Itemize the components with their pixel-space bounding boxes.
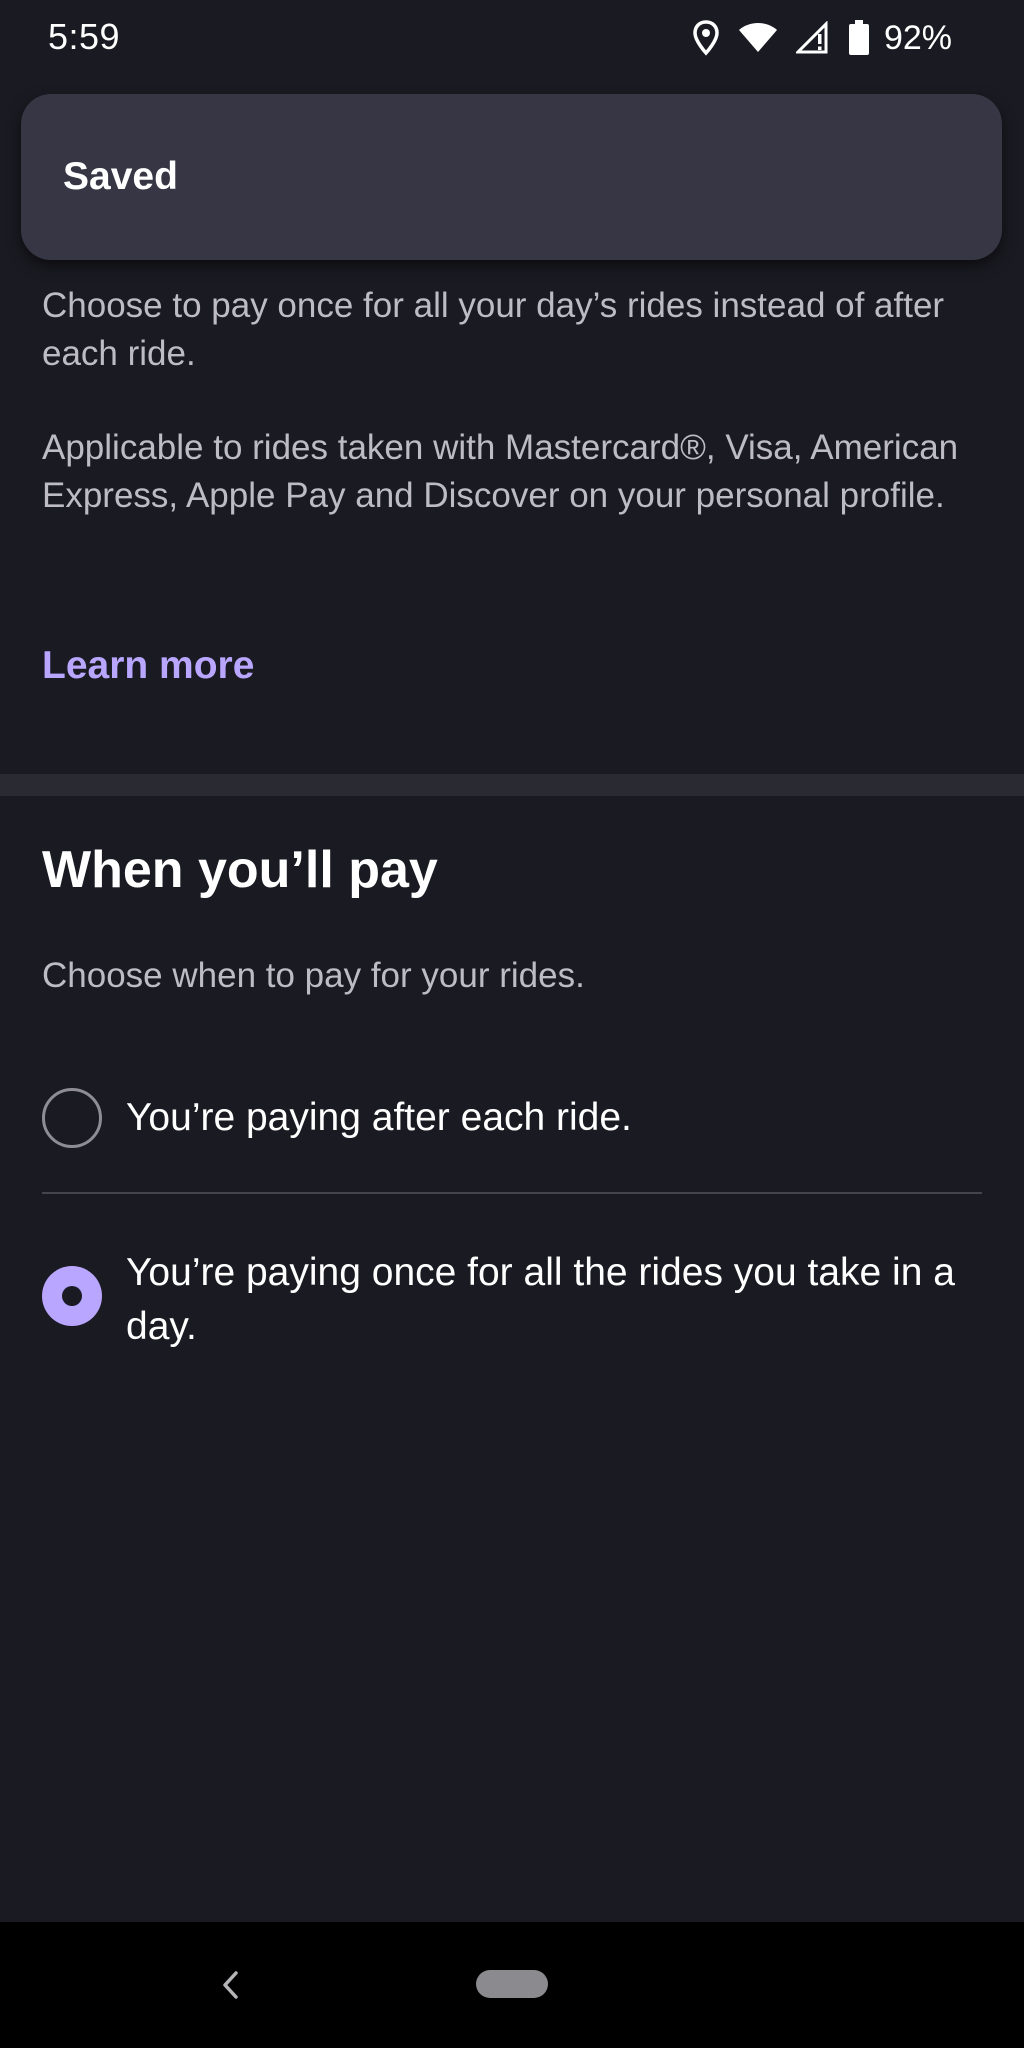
radio-dot bbox=[62, 1286, 82, 1306]
option-label: You’re paying after each ride. bbox=[126, 1096, 632, 1139]
status-time: 5:59 bbox=[48, 16, 121, 57]
toast-message: Saved bbox=[63, 155, 178, 198]
status-bar: 5:59 92% bbox=[0, 0, 1024, 76]
status-icons: 92% bbox=[692, 16, 952, 60]
wifi-icon bbox=[738, 22, 778, 54]
location-icon bbox=[692, 20, 720, 56]
back-icon[interactable] bbox=[210, 1960, 250, 2010]
section-divider bbox=[0, 774, 1024, 796]
home-pill-icon[interactable] bbox=[476, 1970, 548, 1998]
option-pay-once-daily[interactable]: You’re paying once for all the rides you… bbox=[0, 1196, 1024, 1376]
cellular-signal-icon bbox=[795, 21, 830, 55]
option-label: You’re paying once for all the rides you… bbox=[126, 1251, 955, 1348]
learn-more-link[interactable]: Learn more bbox=[42, 644, 254, 688]
radio-unselected-icon[interactable] bbox=[42, 1088, 102, 1148]
screen: 5:59 92% Choose to pay once for all your… bbox=[0, 0, 1024, 2048]
saved-toast: Saved bbox=[21, 94, 1002, 260]
description-paragraph-1: Choose to pay once for all your day’s ri… bbox=[42, 286, 945, 373]
battery-percentage: 92% bbox=[883, 18, 952, 57]
navigation-bar bbox=[0, 1922, 1024, 2048]
description-paragraph-2: Applicable to rides taken with Mastercar… bbox=[42, 428, 959, 515]
battery-icon bbox=[848, 20, 870, 56]
section-subtitle: Choose when to pay for your rides. bbox=[42, 956, 585, 995]
option-divider bbox=[42, 1192, 982, 1194]
radio-selected-icon[interactable] bbox=[42, 1266, 102, 1326]
section-title: When you’ll pay bbox=[42, 841, 438, 899]
